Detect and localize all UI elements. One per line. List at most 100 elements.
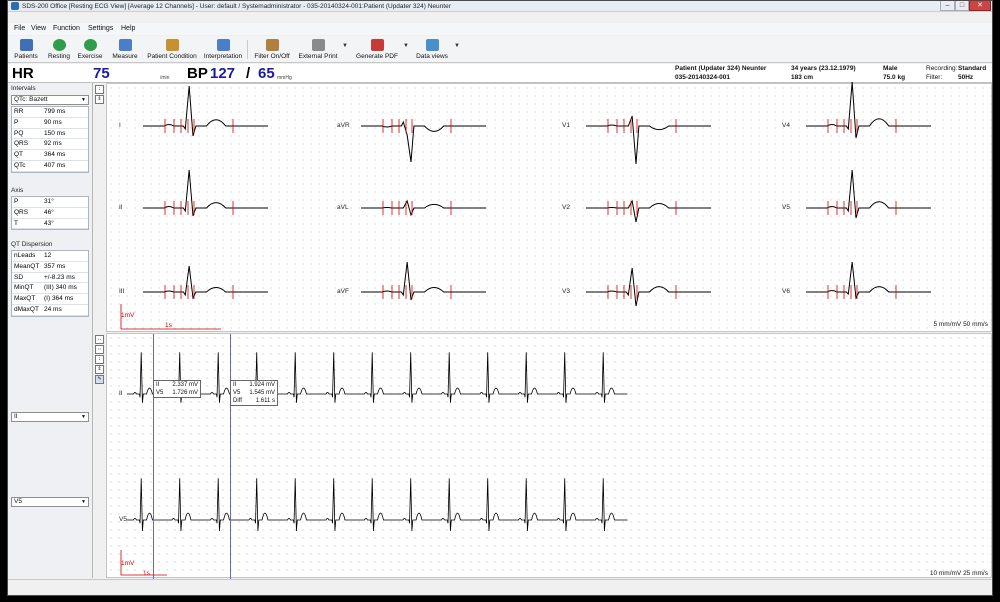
chevron-down-icon[interactable]: ▼ bbox=[403, 43, 409, 49]
patients-button[interactable]: Patients bbox=[11, 36, 41, 63]
maximize-button[interactable]: □ bbox=[955, 1, 969, 11]
measurement-name: QTc bbox=[14, 161, 26, 169]
patient-name: Patient (Updater 324) Neunter bbox=[675, 65, 767, 72]
menu-settings[interactable]: Settings bbox=[88, 23, 113, 34]
measurement-value: +/-8.23 ms bbox=[44, 273, 75, 281]
measurement-name: MeanQT bbox=[14, 262, 40, 270]
measurement-name: T bbox=[14, 219, 18, 227]
readout-row: V5 1.545 mV bbox=[233, 389, 275, 397]
generate-pdf-button[interactable]: Generate PDF ▼ bbox=[353, 36, 409, 63]
chevron-down-icon: ▼ bbox=[81, 499, 86, 505]
menu-function[interactable]: Function bbox=[53, 23, 80, 34]
measurement-name: nLeads bbox=[14, 252, 36, 259]
measurement-row: QT 364 ms bbox=[12, 150, 88, 161]
lead-label: aVF bbox=[337, 288, 349, 295]
exercise-icon bbox=[83, 39, 97, 51]
measurement-value: 90 ms bbox=[44, 118, 62, 126]
lead-label: V1 bbox=[562, 122, 570, 129]
ecg-trace-average bbox=[806, 81, 931, 139]
caliper-tool-icon[interactable]: ✎ bbox=[95, 375, 104, 384]
gain-speed-label: 5 mm/mV 50 mm/s bbox=[933, 321, 988, 328]
patient-age: 34 years (23.12.1979) bbox=[791, 65, 856, 72]
status-bar bbox=[8, 579, 992, 595]
data-views-button[interactable]: Data views ▼ bbox=[412, 36, 460, 63]
close-button[interactable]: ✕ bbox=[969, 1, 991, 11]
patient-height: 183 cm bbox=[791, 74, 814, 81]
print-icon bbox=[311, 39, 325, 51]
resting-icon bbox=[52, 39, 66, 51]
cursor-readout: II 1.924 mV V5 1.545 mV Diff 1.611 s bbox=[230, 380, 278, 406]
chevron-down-icon: ▼ bbox=[81, 97, 86, 103]
chevron-down-icon[interactable]: ▼ bbox=[454, 43, 460, 49]
readout-lead: II bbox=[156, 382, 160, 388]
chevron-down-icon[interactable]: ▼ bbox=[342, 43, 348, 49]
measurement-name: RR bbox=[14, 108, 24, 115]
resting-button[interactable]: Resting bbox=[45, 36, 73, 63]
qt-dispersion-title: QT Dispersion bbox=[11, 241, 53, 248]
lead-label: I bbox=[119, 122, 121, 129]
menu-file[interactable]: File bbox=[14, 23, 25, 34]
zoom-out-icon[interactable]: ⇕ bbox=[95, 365, 104, 374]
measurement-value: (I) 364 ms bbox=[44, 295, 74, 303]
lead-label: V3 bbox=[562, 288, 570, 295]
measurement-value: 46° bbox=[44, 208, 54, 216]
readout-lead: II bbox=[233, 382, 237, 388]
interpretation-button[interactable]: Interpretation bbox=[201, 36, 245, 63]
lead-label: II bbox=[119, 204, 123, 211]
filter-label: Filter: bbox=[926, 74, 943, 81]
measurement-row: QRS 92 ms bbox=[12, 139, 88, 151]
filter-toggle-button[interactable]: Filter On/Off bbox=[252, 36, 292, 63]
ecg-trace-average bbox=[143, 85, 268, 137]
data-views-icon bbox=[425, 39, 439, 51]
ecg-trace-average bbox=[361, 119, 486, 163]
menu-view[interactable]: View bbox=[31, 23, 46, 34]
compress-horizontal-icon[interactable]: ⇔ bbox=[95, 345, 104, 354]
readout-lead: Diff bbox=[233, 398, 242, 404]
ecg-trace-average bbox=[586, 267, 711, 307]
app-window: SDS-200 Office [Resting ECG View] [Avera… bbox=[7, 0, 993, 596]
measurement-name: QRS bbox=[14, 140, 29, 148]
ecg-trace-rhythm bbox=[127, 352, 628, 403]
measurement-value: (III) 340 ms bbox=[44, 284, 77, 292]
lead-label: V4 bbox=[782, 122, 790, 129]
view-tools-bottom: ↔ ⇔ ↕ ⇕ ✎ bbox=[95, 335, 105, 385]
scale-mv-label: 1mV bbox=[121, 560, 135, 567]
zoom-in-icon[interactable]: ↕ bbox=[95, 85, 104, 94]
measurement-row: MeanQT 357 ms bbox=[12, 262, 88, 273]
measurement-row: PQ 150 ms bbox=[12, 129, 88, 140]
measurement-value: 24 ms bbox=[44, 305, 62, 313]
readout-value: 1.611 s bbox=[255, 398, 275, 404]
window-title: SDS-200 Office [Resting ECG View] [Avera… bbox=[22, 3, 451, 10]
rhythm-lead-1-select[interactable]: II ▼ bbox=[11, 412, 89, 422]
ecg-trace-average bbox=[586, 115, 711, 165]
scale-mv-label: 1mV bbox=[121, 312, 135, 319]
minimize-button[interactable]: – bbox=[940, 1, 955, 11]
measurement-value: 357 ms bbox=[44, 262, 66, 270]
external-print-button[interactable]: External Print ▼ bbox=[296, 36, 348, 63]
measurement-row: MinQT (III) 340 ms bbox=[12, 283, 88, 295]
zoom-out-icon[interactable]: ⇕ bbox=[95, 95, 104, 104]
rhythm-strip-panel[interactable]: II V5 II 2.337 mV V5 1.726 mV II 1.924 mV V5 1.54… bbox=[106, 333, 992, 579]
hr-value: 75 bbox=[93, 65, 110, 82]
measurement-name: PQ bbox=[14, 129, 24, 137]
measure-button[interactable]: Measure bbox=[110, 36, 140, 63]
zoom-in-icon[interactable]: ↕ bbox=[95, 355, 104, 364]
lead-label: V6 bbox=[782, 288, 790, 295]
patient-weight: 75.0 kg bbox=[883, 74, 906, 81]
intervals-table: RR 799 ms P 90 ms PQ 150 ms QRS 92 ms QT 364 ms QT… bbox=[11, 106, 89, 173]
ecg-trace-average bbox=[806, 169, 931, 219]
measure-cursor-1 bbox=[153, 334, 154, 579]
lead-label: V2 bbox=[562, 204, 570, 211]
hr-label: HR bbox=[12, 65, 34, 82]
exercise-button[interactable]: Exercise bbox=[75, 36, 105, 63]
twelve-lead-ecg-panel[interactable]: IaVR V1 V4 II aVL V2 V5 III aVF V3 V6 1mV 1s 5 mm/mV … bbox=[106, 81, 992, 332]
expand-horizontal-icon[interactable]: ↔ bbox=[95, 335, 104, 344]
qtc-formula-select[interactable]: QTc: Bazett ▼ bbox=[11, 95, 89, 105]
lead-label: V5 bbox=[782, 204, 790, 211]
measurement-name: dMaxQT bbox=[14, 305, 39, 313]
patient-condition-button[interactable]: Patient Condition bbox=[143, 36, 201, 63]
rhythm-lead-2-select[interactable]: V5 ▼ bbox=[11, 497, 89, 507]
measurement-row: MaxQT (I) 364 ms bbox=[12, 294, 88, 305]
menu-help[interactable]: Help bbox=[121, 23, 135, 34]
readout-lead: V5 bbox=[156, 390, 164, 396]
